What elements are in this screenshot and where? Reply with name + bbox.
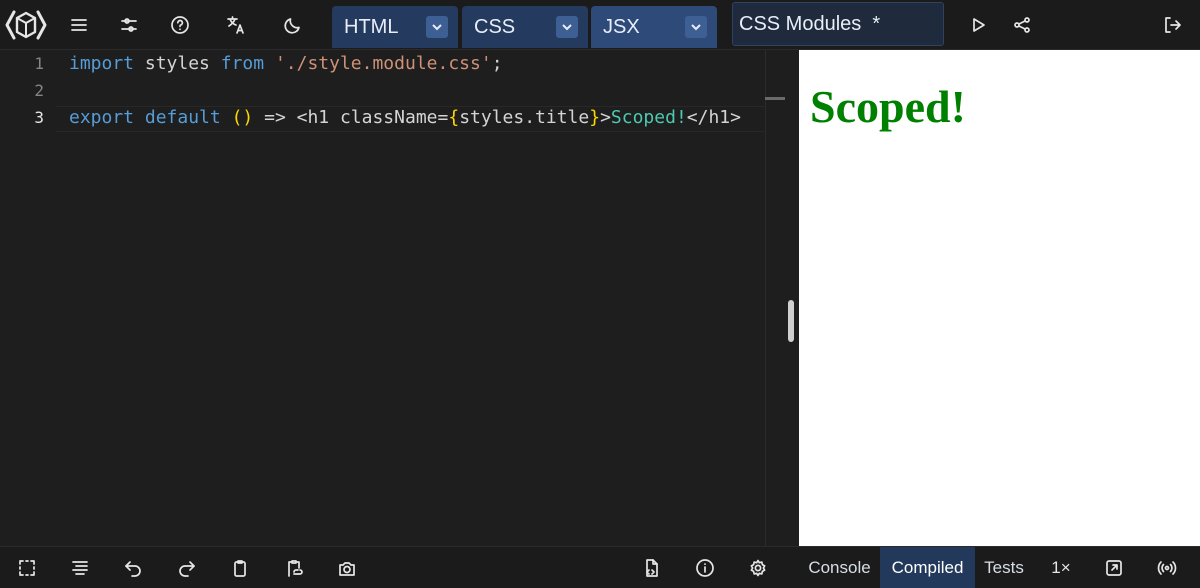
token-brace: { xyxy=(448,107,460,128)
token-close-tag: </h1> xyxy=(686,107,741,128)
result-preview-pane: Scoped! xyxy=(799,50,1200,546)
project-title-input[interactable]: CSS Modules * xyxy=(732,2,944,46)
token-jsx-text: Scoped! xyxy=(610,107,687,128)
token-keyword: export xyxy=(69,107,135,128)
token-arrow-tag: => <h1 className= xyxy=(253,107,449,128)
tab-jsx-editor[interactable]: JSX xyxy=(591,6,717,48)
share-icon[interactable] xyxy=(1006,9,1038,41)
bottom-toolbar: Console Compiled Tests 1× xyxy=(0,546,1200,588)
copy-clipboard-icon[interactable] xyxy=(225,553,255,583)
css-editor-dropdown-chevron-icon[interactable] xyxy=(556,16,578,38)
pane-resize-handle[interactable] xyxy=(788,300,794,342)
result-heading: Scoped! xyxy=(810,81,966,132)
token-expression: styles.title xyxy=(459,107,590,128)
token-string: './style.module.css' xyxy=(274,53,492,74)
run-play-icon[interactable] xyxy=(962,9,994,41)
line-number: 2 xyxy=(34,81,44,100)
top-toolbar: HTML CSS JSX CSS Modules * xyxy=(0,0,1200,50)
jsx-editor-dropdown-chevron-icon[interactable] xyxy=(685,16,707,38)
open-in-new-window-icon[interactable] xyxy=(1099,553,1129,583)
undo-icon[interactable] xyxy=(118,553,148,583)
zoom-level-button[interactable]: 1× xyxy=(1044,547,1078,588)
code-line-3[interactable]: export default () => <h1 className={styl… xyxy=(69,107,741,128)
tab-css-editor[interactable]: CSS xyxy=(462,6,588,48)
token-keyword: from xyxy=(220,53,265,74)
token-keyword: import xyxy=(69,53,135,74)
token-punctuation: ; xyxy=(491,53,503,74)
broadcast-icon[interactable] xyxy=(1152,553,1182,583)
code-editor[interactable]: 1 2 3 import styles from './style.module… xyxy=(0,50,798,546)
redo-icon[interactable] xyxy=(172,553,202,583)
html-editor-dropdown-chevron-icon[interactable] xyxy=(426,16,448,38)
line-number: 3 xyxy=(34,108,44,127)
token-keyword: default xyxy=(144,107,221,128)
editor-settings-gear-icon[interactable] xyxy=(743,553,773,583)
tab-css-label: CSS xyxy=(474,15,516,38)
translate-icon[interactable] xyxy=(220,9,252,41)
token-brace: } xyxy=(589,107,601,128)
copy-as-url-icon[interactable] xyxy=(279,553,309,583)
settings-sliders-icon[interactable] xyxy=(113,9,145,41)
token-tag-close: > xyxy=(600,107,611,128)
token-parens: () xyxy=(231,107,254,128)
menu-icon[interactable] xyxy=(63,9,95,41)
code-to-image-icon[interactable] xyxy=(636,553,666,583)
info-icon[interactable] xyxy=(690,553,720,583)
format-code-icon[interactable] xyxy=(65,553,95,583)
line-number: 1 xyxy=(34,54,44,73)
editor-ruler xyxy=(765,50,766,546)
code-line-1[interactable]: import styles from './style.module.css'; xyxy=(69,53,503,74)
overview-ruler-mark xyxy=(765,97,785,100)
login-exit-icon[interactable] xyxy=(1156,9,1188,41)
token-identifier: styles xyxy=(134,53,221,74)
camera-screenshot-icon[interactable] xyxy=(332,553,362,583)
tab-html-label: HTML xyxy=(344,15,399,38)
app-logo-icon[interactable] xyxy=(4,6,48,44)
tool-tab-tests[interactable]: Tests xyxy=(975,547,1033,588)
tool-tab-compiled[interactable]: Compiled xyxy=(880,547,975,588)
select-area-icon[interactable] xyxy=(12,553,42,583)
tool-tab-console[interactable]: Console xyxy=(799,547,880,588)
dark-mode-moon-icon[interactable] xyxy=(277,9,309,41)
tab-jsx-label: JSX xyxy=(603,15,640,38)
tab-html-editor[interactable]: HTML xyxy=(332,6,458,48)
help-icon[interactable] xyxy=(164,9,196,41)
